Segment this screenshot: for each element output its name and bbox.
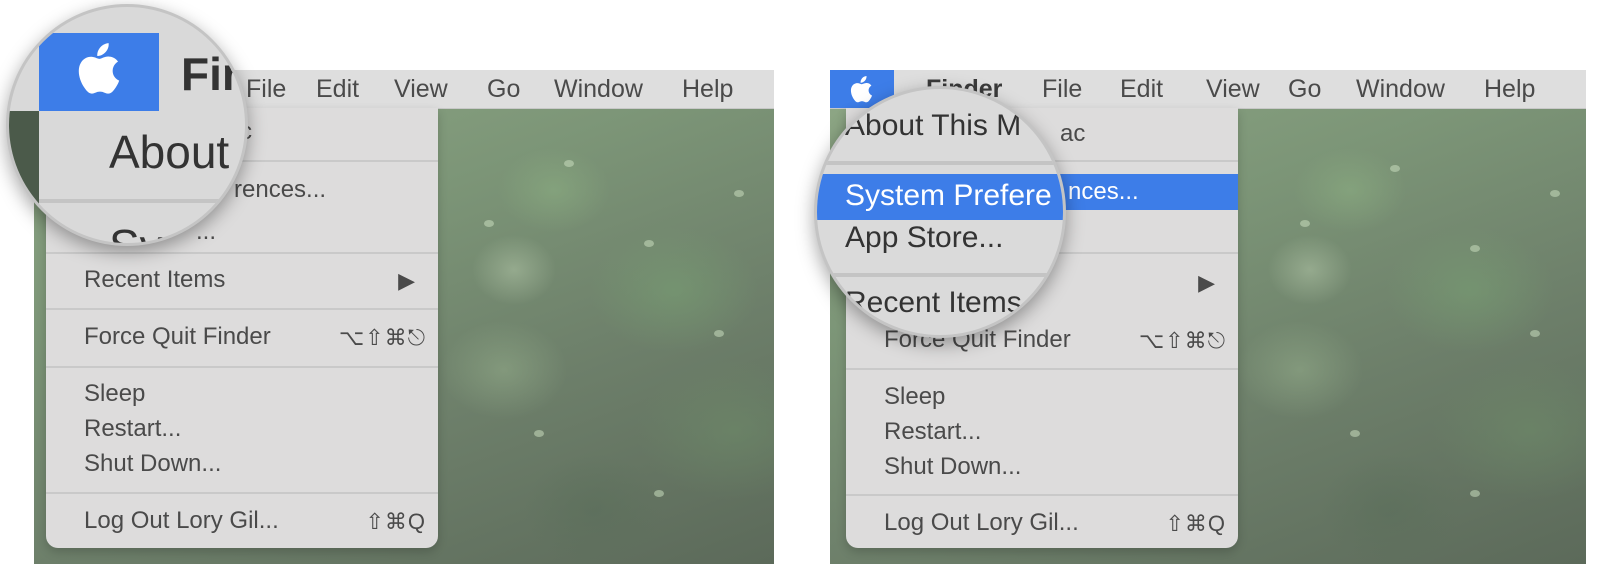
menu-item-restart[interactable]: Restart... [884,418,981,446]
menu-item-shut-down[interactable]: Shut Down... [884,453,1021,481]
menu-item-log-out[interactable]: Log Out Lory Gil... [84,507,279,535]
menu-separator [46,492,438,494]
magnifier-lens: About This M System Prefere App Store...… [814,86,1066,338]
magnified-desktop-strip [9,111,39,241]
magnified-about-label: About This M [845,109,1022,142]
menu-file[interactable]: File [1042,75,1082,104]
menu-separator [46,366,438,368]
menu-item-restart[interactable]: Restart... [84,415,181,443]
left-panel: File Edit View Go Window Help c rences..… [0,0,800,579]
menu-item-sleep[interactable]: Sleep [84,380,145,408]
menu-item-sleep[interactable]: Sleep [884,383,945,411]
apple-logo-icon [78,43,120,94]
magnifier-lens: Fir About Sys [6,4,248,246]
magnified-recent-items-label: Recent Items [845,286,1022,319]
magnified-about-label: About [109,126,230,178]
menu-file[interactable]: File [246,75,286,104]
menu-item-system-preferences-fragment[interactable]: nces... [1068,178,1139,206]
menu-view[interactable]: View [394,75,448,104]
menu-go[interactable]: Go [487,75,520,104]
menu-go[interactable]: Go [1288,75,1321,104]
menu-help[interactable]: Help [682,75,733,104]
menu-separator [846,494,1238,496]
magnified-separator [817,273,1063,277]
log-out-shortcut: ⇧⌘Q [1165,511,1226,536]
menu-separator [46,308,438,310]
menu-item-recent-items[interactable]: Recent Items [84,266,225,294]
magnified-system-label: Sys [109,220,186,246]
menu-item-force-quit[interactable]: Force Quit Finder [84,323,271,351]
magnified-apple-menu [39,33,159,111]
apple-logo-icon [850,76,872,103]
menu-separator [46,252,438,254]
menu-help[interactable]: Help [1484,75,1535,104]
submenu-arrow-icon: ▶ [1198,270,1216,295]
log-out-shortcut: ⇧⌘Q [365,509,426,534]
magnified-system-preferences-label: System Prefere [845,179,1052,212]
submenu-arrow-icon: ▶ [398,268,416,293]
menu-view[interactable]: View [1206,75,1260,104]
magnified-separator [817,161,1063,165]
menu-edit[interactable]: Edit [316,75,359,104]
magnified-separator [39,199,245,203]
menu-separator [846,368,1238,370]
menu-item-shut-down[interactable]: Shut Down... [84,450,221,478]
menu-item-log-out[interactable]: Log Out Lory Gil... [884,509,1079,537]
menu-item-system-preferences-fragment[interactable]: rences... [234,176,326,204]
menu-item-about-fragment[interactable]: ac [1060,120,1085,148]
force-quit-shortcut: ⌥⇧⌘⎋ [338,325,426,350]
menu-window[interactable]: Window [1356,75,1445,104]
menu-edit[interactable]: Edit [1120,75,1163,104]
menu-window[interactable]: Window [554,75,643,104]
force-quit-shortcut: ⌥⇧⌘⎋ [1138,328,1226,353]
magnified-app-store-label: App Store... [845,221,1004,254]
magnified-finder-label: Fir [181,48,240,100]
